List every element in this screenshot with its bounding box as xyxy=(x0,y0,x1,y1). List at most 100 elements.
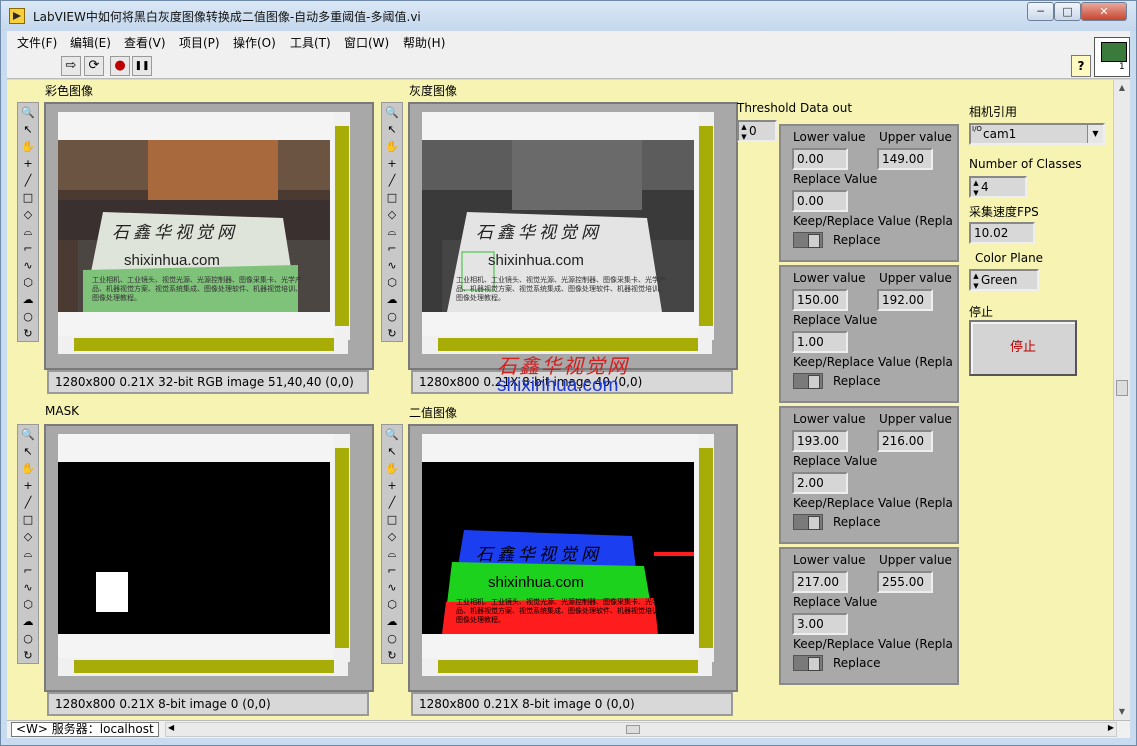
horizontal-scrollbar[interactable] xyxy=(422,658,712,676)
close-button[interactable]: ✕ xyxy=(1081,2,1127,21)
context-help-button[interactable]: ? xyxy=(1071,55,1091,77)
oval-icon[interactable]: ○ xyxy=(384,309,400,325)
rectangle-icon[interactable]: □ xyxy=(384,190,400,206)
run-continuously-button[interactable]: ⟳ xyxy=(84,56,104,76)
freehand-region-icon[interactable]: ☁ xyxy=(20,292,36,308)
annulus-icon[interactable]: ⌓ xyxy=(384,224,400,240)
number-of-classes[interactable]: ▲ ▼ 4 xyxy=(969,176,1027,198)
polyline-icon[interactable]: ⌐ xyxy=(20,563,36,579)
oval-icon[interactable]: ○ xyxy=(384,631,400,647)
dropdown-arrow-icon[interactable]: ▼ xyxy=(1087,125,1103,143)
scrollbar-thumb[interactable] xyxy=(699,126,713,326)
index-spinner[interactable]: ▲ ▼ xyxy=(740,122,748,142)
mask-image-display[interactable] xyxy=(44,424,374,692)
menu-project[interactable]: 项目(P) xyxy=(179,34,220,51)
keep-replace-toggle[interactable] xyxy=(793,232,823,248)
zoom-icon[interactable]: 🔍 xyxy=(384,427,400,443)
broken-line-icon[interactable]: ↻ xyxy=(384,326,400,342)
scrollbar-thumb[interactable] xyxy=(438,660,698,673)
minimize-button[interactable]: ─ xyxy=(1027,2,1054,21)
rectangle-icon[interactable]: □ xyxy=(384,512,400,528)
horizontal-scrollbar[interactable] xyxy=(58,658,348,676)
replace-value-field[interactable]: 0.00 xyxy=(792,190,848,212)
zoom-icon[interactable]: 🔍 xyxy=(20,427,36,443)
freehand-region-icon[interactable]: ☁ xyxy=(384,292,400,308)
keep-replace-toggle[interactable] xyxy=(793,655,823,671)
pan-icon[interactable]: ✋ xyxy=(384,461,400,477)
upper-value-field[interactable]: 255.00 xyxy=(877,571,933,593)
menu-view[interactable]: 查看(V) xyxy=(124,34,166,51)
camera-select[interactable]: I/O cam1 ▼ xyxy=(969,123,1105,145)
annulus-icon[interactable]: ⌓ xyxy=(20,224,36,240)
gray-image-display[interactable]: 石鑫华视觉网 shixinhua.com 工业相机、工业镜头、视觉光源、光源控制… xyxy=(408,102,738,370)
line-icon[interactable]: ╱ xyxy=(384,495,400,511)
scroll-left-icon[interactable]: ◀ xyxy=(168,723,174,732)
vertical-scrollbar[interactable] xyxy=(698,434,714,662)
polygon-icon[interactable]: ⬡ xyxy=(384,597,400,613)
classes-spinner[interactable]: ▲ ▼ xyxy=(972,178,980,198)
vertical-scrollbar[interactable] xyxy=(698,112,714,340)
crosshair-icon[interactable]: + xyxy=(20,156,36,172)
lower-value-field[interactable]: 150.00 xyxy=(792,289,848,311)
polyline-icon[interactable]: ⌐ xyxy=(384,563,400,579)
replace-value-field[interactable]: 2.00 xyxy=(792,472,848,494)
pointer-icon[interactable]: ↖ xyxy=(20,444,36,460)
stop-button[interactable]: 停止 xyxy=(969,320,1077,376)
color-image-display[interactable]: 石鑫华视觉网 shixinhua.com 工业相机、工业镜头、视觉光源、光源控制… xyxy=(44,102,374,370)
polyline-icon[interactable]: ⌐ xyxy=(20,241,36,257)
line-icon[interactable]: ╱ xyxy=(384,173,400,189)
maximize-button[interactable]: □ xyxy=(1054,2,1081,21)
annulus-icon[interactable]: ⌓ xyxy=(384,546,400,562)
upper-value-field[interactable]: 192.00 xyxy=(877,289,933,311)
replace-value-field[interactable]: 1.00 xyxy=(792,331,848,353)
scroll-up-icon[interactable]: ▲ xyxy=(1114,80,1130,96)
vertical-scrollbar[interactable] xyxy=(334,434,350,662)
line-icon[interactable]: ╱ xyxy=(20,495,36,511)
pause-button[interactable]: ❚❚ xyxy=(132,56,152,76)
menu-operate[interactable]: 操作(O) xyxy=(233,34,276,51)
broken-line-icon[interactable]: ↻ xyxy=(20,326,36,342)
keep-replace-toggle[interactable] xyxy=(793,373,823,389)
vertical-scrollbar[interactable] xyxy=(334,112,350,340)
pointer-icon[interactable]: ↖ xyxy=(384,444,400,460)
menu-file[interactable]: 文件(F) xyxy=(17,34,57,51)
polygon-icon[interactable]: ⬡ xyxy=(384,275,400,291)
scroll-right-icon[interactable]: ▶ xyxy=(1108,723,1114,732)
pointer-icon[interactable]: ↖ xyxy=(384,122,400,138)
pan-icon[interactable]: ✋ xyxy=(384,139,400,155)
zoom-icon[interactable]: 🔍 xyxy=(20,105,36,121)
array-index[interactable]: ▲ ▼ 0 xyxy=(737,120,777,142)
polyline-icon[interactable]: ⌐ xyxy=(384,241,400,257)
scrollbar-thumb[interactable] xyxy=(699,448,713,648)
replace-value-field[interactable]: 3.00 xyxy=(792,613,848,635)
scroll-down-icon[interactable]: ▼ xyxy=(1114,704,1130,720)
polygon-icon[interactable]: ⬡ xyxy=(20,275,36,291)
rotated-rect-icon[interactable]: ◇ xyxy=(20,529,36,545)
abort-button[interactable]: ● xyxy=(110,56,130,76)
menu-help[interactable]: 帮助(H) xyxy=(403,34,445,51)
rectangle-icon[interactable]: □ xyxy=(20,190,36,206)
panel-horizontal-scrollbar[interactable]: ◀ ▶ xyxy=(165,722,1117,737)
freehand-line-icon[interactable]: ∿ xyxy=(384,580,400,596)
pointer-icon[interactable]: ↖ xyxy=(20,122,36,138)
polygon-icon[interactable]: ⬡ xyxy=(20,597,36,613)
rectangle-icon[interactable]: □ xyxy=(20,512,36,528)
rotated-rect-icon[interactable]: ◇ xyxy=(20,207,36,223)
upper-value-field[interactable]: 216.00 xyxy=(877,430,933,452)
lower-value-field[interactable]: 217.00 xyxy=(792,571,848,593)
crosshair-icon[interactable]: + xyxy=(20,478,36,494)
rotated-rect-icon[interactable]: ◇ xyxy=(384,207,400,223)
color-plane-select[interactable]: ▲ ▼ Green xyxy=(969,269,1039,291)
broken-line-icon[interactable]: ↻ xyxy=(384,648,400,664)
freehand-region-icon[interactable]: ☁ xyxy=(20,614,36,630)
line-icon[interactable]: ╱ xyxy=(20,173,36,189)
scrollbar-thumb[interactable] xyxy=(1116,380,1128,396)
scrollbar-thumb[interactable] xyxy=(74,660,334,673)
crosshair-icon[interactable]: + xyxy=(384,156,400,172)
freehand-line-icon[interactable]: ∿ xyxy=(20,580,36,596)
scrollbar-thumb[interactable] xyxy=(335,126,349,326)
scrollbar-thumb[interactable] xyxy=(626,725,640,734)
freehand-line-icon[interactable]: ∿ xyxy=(20,258,36,274)
zoom-icon[interactable]: 🔍 xyxy=(384,105,400,121)
freehand-line-icon[interactable]: ∿ xyxy=(384,258,400,274)
